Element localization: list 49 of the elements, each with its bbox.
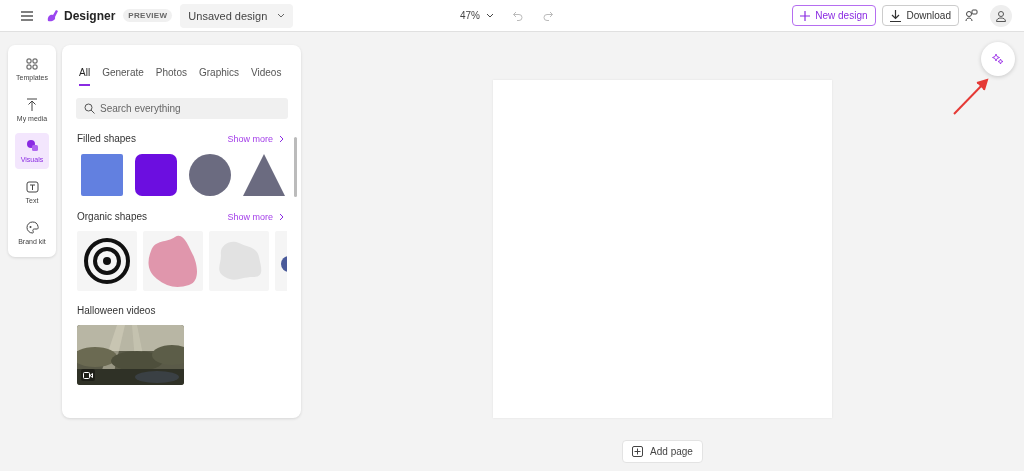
text-icon: [25, 180, 39, 193]
shape-thumbnail[interactable]: [78, 153, 126, 197]
section-title: Filled shapes: [77, 133, 136, 144]
document-title-dropdown[interactable]: Unsaved design: [180, 3, 294, 28]
scrollbar[interactable]: [294, 137, 297, 197]
zoom-dropdown[interactable]: 47%: [460, 10, 494, 21]
search-icon: [84, 103, 95, 114]
share-icon[interactable]: [965, 9, 978, 22]
palette-icon: [25, 221, 39, 234]
shape-thumbnail[interactable]: [143, 231, 203, 291]
panel-tab[interactable]: Photos: [155, 67, 187, 86]
show-more-link[interactable]: Show more: [227, 133, 284, 144]
section-title: Halloween videos: [77, 305, 156, 316]
shapes-icon: [25, 139, 39, 152]
chevron-icon: [279, 212, 284, 221]
copilot-button[interactable]: [981, 42, 1015, 76]
panel-tab[interactable]: All: [79, 67, 91, 86]
video-icon: [81, 369, 95, 381]
plus-icon: [800, 10, 811, 21]
shape-thumbnail[interactable]: [132, 153, 180, 197]
upload-icon: [26, 98, 38, 111]
shape-thumbnail[interactable]: [77, 231, 137, 291]
show-more-link[interactable]: Show more: [227, 211, 284, 222]
panel-tab[interactable]: Videos: [251, 67, 282, 86]
section-title: Organic shapes: [77, 211, 148, 222]
chevron-icon: [486, 12, 494, 19]
arrow: [952, 76, 990, 116]
logo-icon: [46, 8, 60, 23]
account-avatar[interactable]: [990, 4, 1012, 27]
new-design-button[interactable]: New design: [792, 5, 876, 26]
shape-thumbnail[interactable]: [209, 231, 269, 291]
shape-thumbnail[interactable]: [186, 153, 234, 197]
menu-icon[interactable]: [20, 9, 34, 22]
panel-tab[interactable]: Generate: [102, 67, 144, 86]
search-box[interactable]: Search everything: [76, 98, 288, 119]
panel-tab[interactable]: Graphics: [198, 67, 239, 86]
shape-thumbnail[interactable]: [240, 153, 288, 197]
grid-icon: [26, 57, 38, 70]
chevron-icon: [277, 12, 286, 19]
plus-box-icon: [632, 446, 644, 457]
search-field[interactable]: Search everything: [100, 98, 280, 119]
download-button[interactable]: Download: [881, 5, 959, 26]
download-icon: [889, 9, 901, 22]
add-page-button[interactable]: Add page: [622, 440, 703, 463]
chevron-icon: [279, 134, 284, 143]
person-icon: [995, 9, 1007, 22]
app-name: Designer: [64, 8, 116, 23]
sparkle-icon: [992, 53, 1004, 65]
preview-badge: PREVIEW: [123, 9, 173, 22]
